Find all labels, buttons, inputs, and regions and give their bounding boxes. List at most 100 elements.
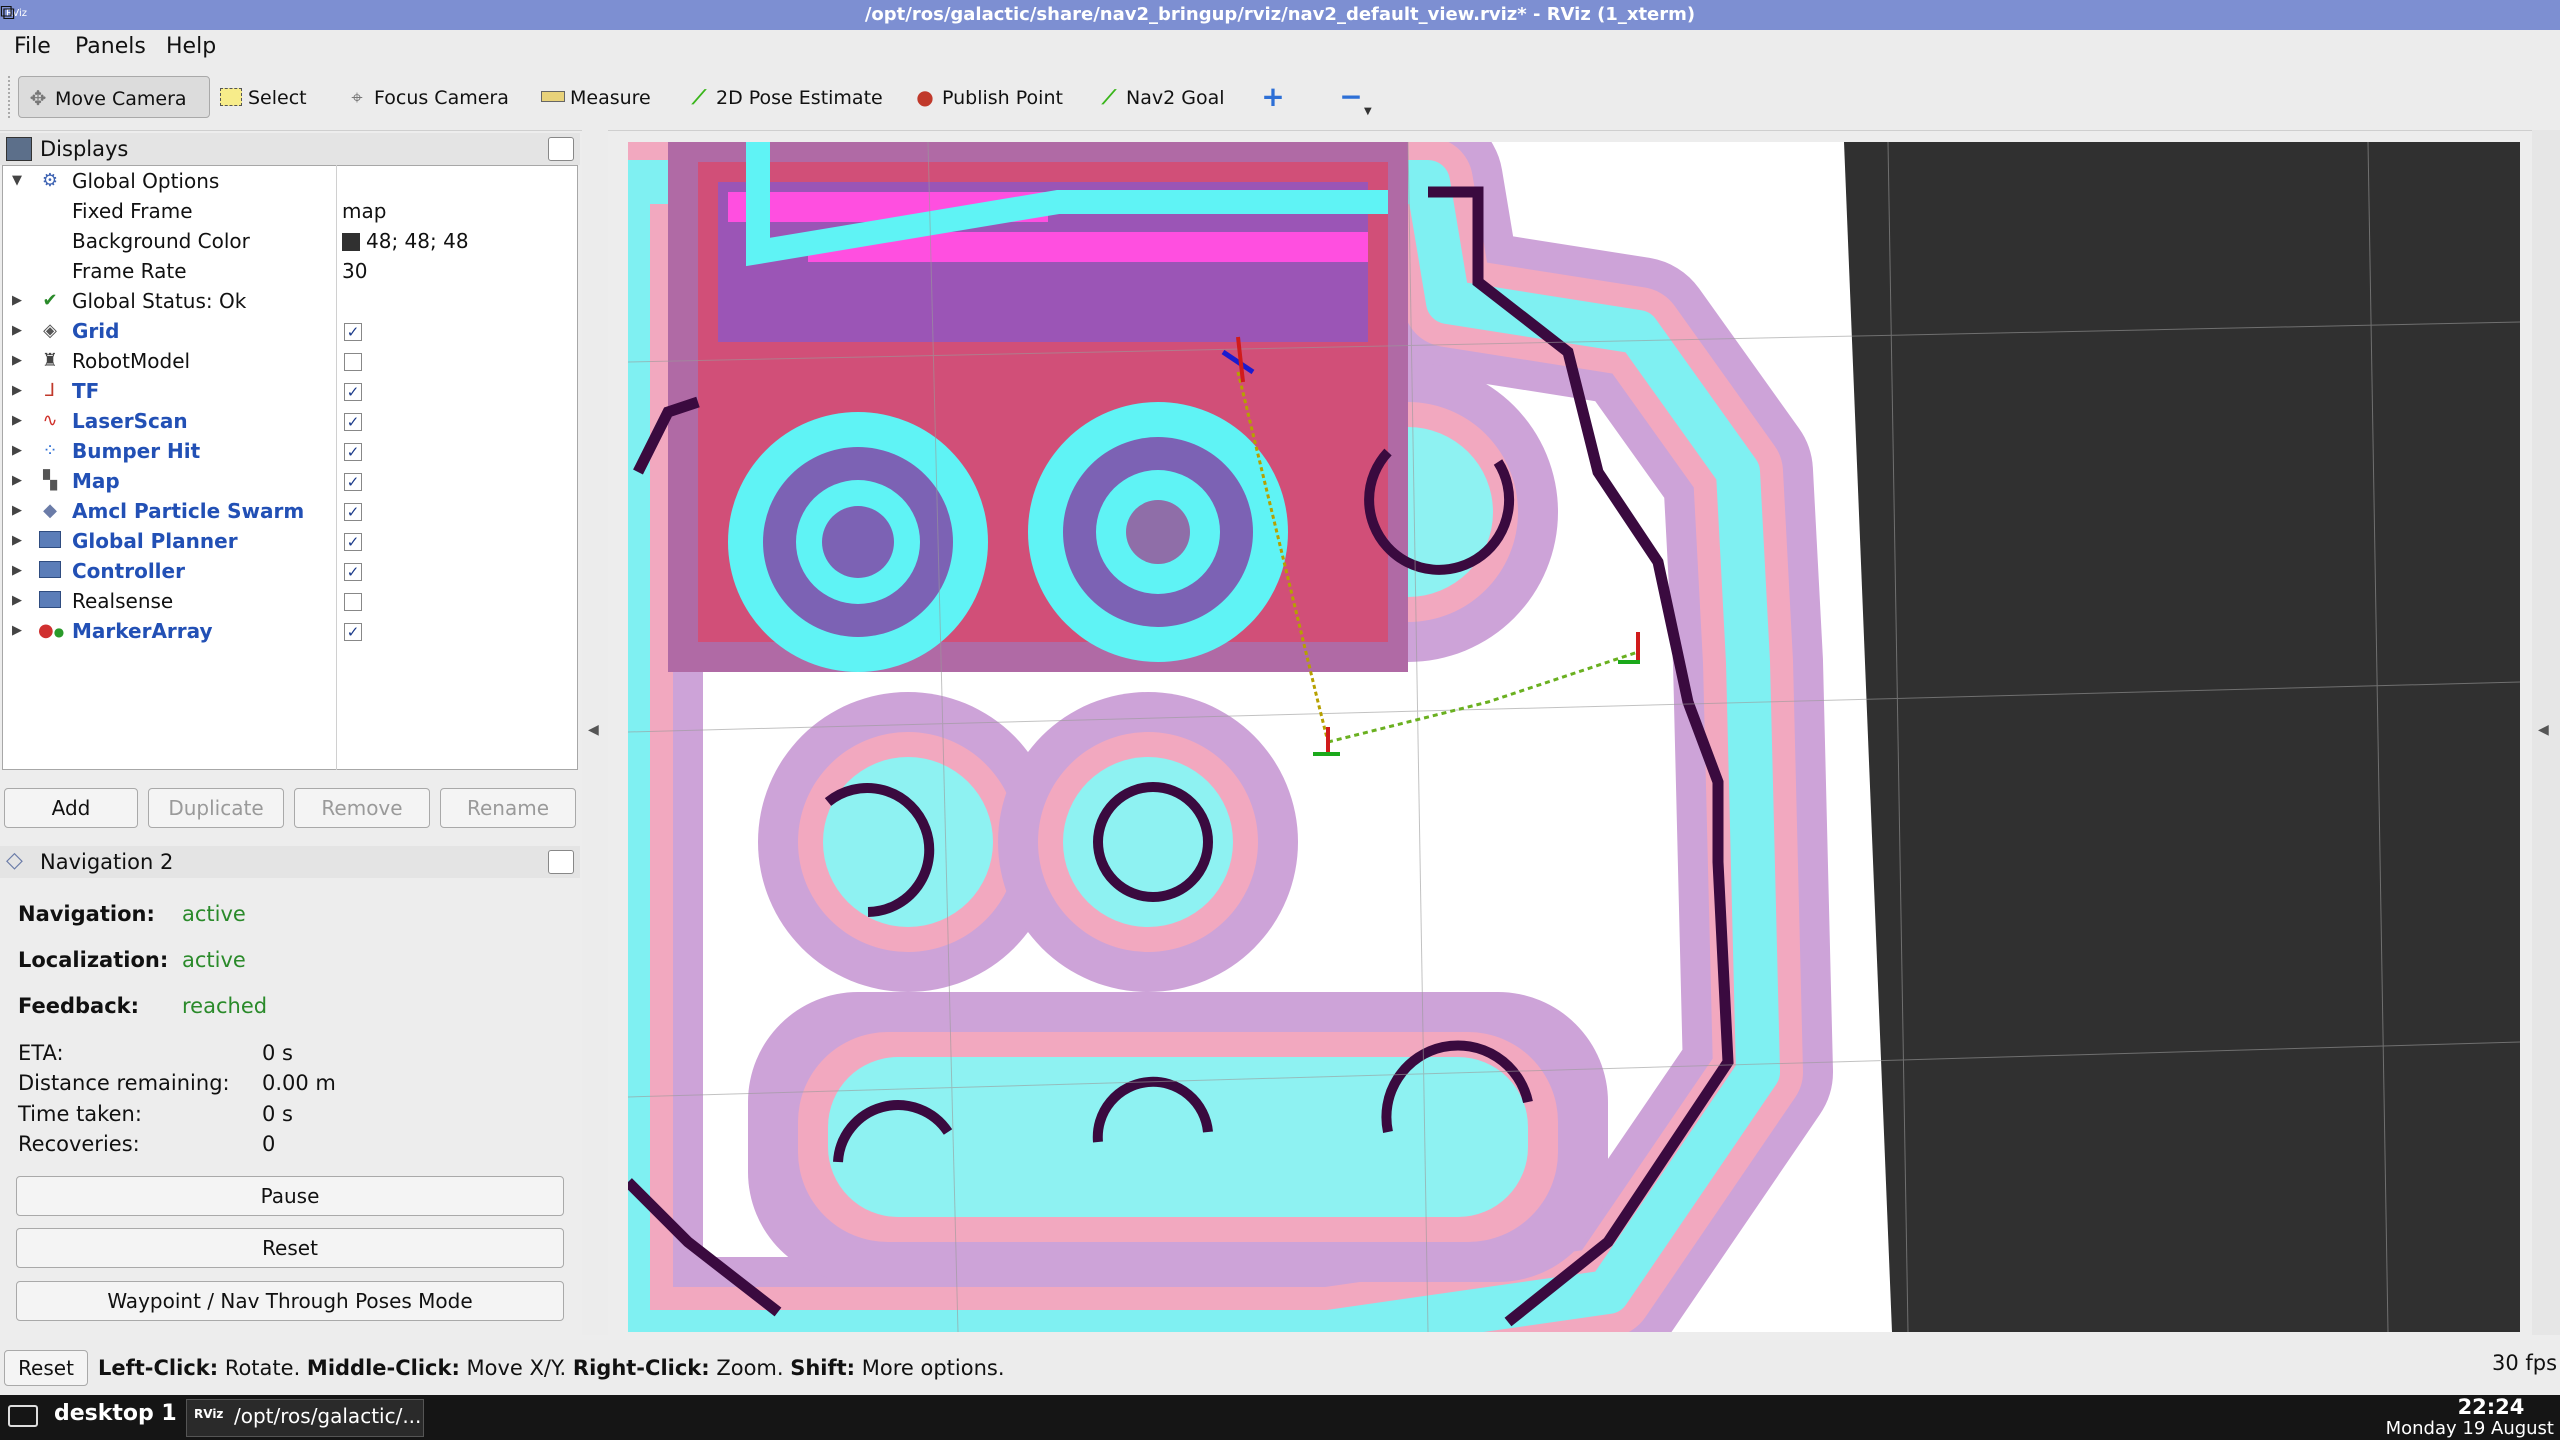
expand-arrow-icon[interactable]: ▶ bbox=[12, 346, 26, 376]
menu-panels[interactable]: Panels bbox=[75, 34, 146, 60]
duplicate-display-button[interactable]: Duplicate bbox=[148, 788, 284, 828]
render-viewport[interactable] bbox=[628, 142, 2520, 1332]
tree-row-markerarray[interactable]: ▶ ●● MarkerArray ✓ bbox=[2, 616, 578, 646]
map-render bbox=[628, 142, 2520, 1332]
move-camera-tool[interactable]: ✥ Move Camera bbox=[18, 76, 210, 118]
expand-arrow-icon[interactable]: ▶ bbox=[12, 586, 26, 616]
toolbar-handle[interactable] bbox=[8, 76, 14, 118]
tree-row-laserscan[interactable]: ▶ ∿ LaserScan ✓ bbox=[2, 406, 578, 436]
menu-help[interactable]: Help bbox=[166, 34, 216, 60]
time-taken-value: 0 s bbox=[262, 1102, 293, 1126]
collapse-right-icon[interactable]: ◀ bbox=[2538, 722, 2549, 738]
collapse-arrow-icon[interactable]: ▼ bbox=[12, 166, 26, 196]
enabled-checkbox[interactable]: ✓ bbox=[344, 563, 362, 581]
green-arrow-icon: ⟋ bbox=[692, 85, 706, 109]
tree-row-tf[interactable]: ▶ ⅃ TF ✓ bbox=[2, 376, 578, 406]
tree-row-map[interactable]: ▶ ▚ Map ✓ bbox=[2, 466, 578, 496]
folder-icon bbox=[38, 526, 62, 556]
expand-arrow-icon[interactable]: ▶ bbox=[12, 376, 26, 406]
fps-counter: 30 fps bbox=[2492, 1351, 2558, 1375]
tree-row-fixed-frame[interactable]: Fixed Frame map bbox=[2, 196, 578, 226]
minus-icon[interactable]: − bbox=[1336, 76, 1366, 118]
enabled-checkbox[interactable]: ✓ bbox=[344, 383, 362, 401]
axes-icon: ⅃ bbox=[44, 380, 56, 401]
panel-splitter[interactable]: ◀ bbox=[582, 130, 608, 1335]
pause-button[interactable]: Pause bbox=[16, 1176, 564, 1216]
select-tool[interactable]: Select bbox=[218, 76, 307, 118]
robot-icon: ♜ bbox=[41, 350, 59, 371]
rename-display-button[interactable]: Rename bbox=[440, 788, 576, 828]
folder-icon bbox=[38, 556, 62, 586]
ruler-icon bbox=[540, 76, 566, 118]
reset-nav-button[interactable]: Reset bbox=[16, 1228, 564, 1268]
tree-row-frame-rate[interactable]: Frame Rate 30 bbox=[2, 256, 578, 286]
enabled-checkbox[interactable]: ✓ bbox=[344, 473, 362, 491]
frame-rate-value[interactable]: 30 bbox=[342, 256, 367, 286]
window-title: /opt/ros/galactic/share/nav2_bringup/rvi… bbox=[864, 4, 1696, 25]
collapse-left-icon[interactable]: ◀ bbox=[588, 722, 599, 738]
tree-row-robotmodel[interactable]: ▶ ♜ RobotModel bbox=[2, 346, 578, 376]
tree-row-controller[interactable]: ▶ Controller ✓ bbox=[2, 556, 578, 586]
laser-scan-icon: ∿ bbox=[42, 410, 58, 431]
distance-value: 0.00 m bbox=[262, 1071, 336, 1095]
tree-row-global-options[interactable]: ▼ ⚙ Global Options bbox=[2, 166, 578, 196]
point-cloud-icon: ⁘ bbox=[42, 440, 58, 461]
menu-icon[interactable] bbox=[8, 1405, 38, 1427]
title-bar: RViz /opt/ros/galactic/share/nav2_bringu… bbox=[0, 0, 2560, 30]
navigation-label: Navigation: bbox=[18, 902, 155, 926]
clock-time[interactable]: 22:24 bbox=[2428, 1395, 2554, 1419]
waypoint-mode-button[interactable]: Waypoint / Nav Through Poses Mode bbox=[16, 1281, 564, 1321]
time-taken-label: Time taken: bbox=[18, 1102, 142, 1126]
clock-date: Monday 19 August bbox=[2385, 1418, 2554, 1439]
nav2-goal-tool[interactable]: ⟋ Nav2 Goal bbox=[1096, 76, 1225, 118]
expand-arrow-icon[interactable]: ▶ bbox=[12, 526, 26, 556]
chevron-down-icon[interactable]: ▼ bbox=[1364, 106, 1372, 117]
add-display-button[interactable]: Add bbox=[4, 788, 138, 828]
enabled-checkbox[interactable]: ✓ bbox=[344, 533, 362, 551]
plus-icon[interactable]: + bbox=[1258, 76, 1288, 118]
fixed-frame-value[interactable]: map bbox=[342, 196, 386, 226]
eta-value: 0 s bbox=[262, 1041, 293, 1065]
enabled-checkbox[interactable] bbox=[344, 593, 362, 611]
menu-file[interactable]: File bbox=[14, 34, 51, 60]
focus-camera-tool[interactable]: ⌖ Focus Camera bbox=[344, 76, 509, 118]
enabled-checkbox[interactable]: ✓ bbox=[344, 443, 362, 461]
feedback-label: Feedback: bbox=[18, 994, 140, 1018]
enabled-checkbox[interactable]: ✓ bbox=[344, 413, 362, 431]
remove-display-button[interactable]: Remove bbox=[294, 788, 430, 828]
enabled-checkbox[interactable]: ✓ bbox=[344, 623, 362, 641]
expand-arrow-icon[interactable]: ▶ bbox=[12, 616, 26, 646]
restore-window-icon[interactable]: ⧉ bbox=[0, 0, 15, 25]
tree-row-global-status[interactable]: ▶ ✔ Global Status: Ok bbox=[2, 286, 578, 316]
taskbar: desktop 1 RViz /opt/ros/galactic/... 22:… bbox=[0, 1395, 2560, 1440]
right-dock-bar[interactable]: ◀ bbox=[2532, 130, 2560, 1335]
expand-arrow-icon[interactable]: ▶ bbox=[12, 436, 26, 466]
enabled-checkbox[interactable]: ✓ bbox=[344, 503, 362, 521]
localization-status: active bbox=[182, 948, 246, 972]
tree-row-grid[interactable]: ▶ ◈ Grid ✓ bbox=[2, 316, 578, 346]
pose-estimate-tool[interactable]: ⟋ 2D Pose Estimate bbox=[686, 76, 883, 118]
expand-arrow-icon[interactable]: ▶ bbox=[12, 406, 26, 436]
float-panel-button[interactable] bbox=[548, 137, 574, 161]
tree-row-bumper-hit[interactable]: ▶ ⁘ Bumper Hit ✓ bbox=[2, 436, 578, 466]
navigation-status: active bbox=[182, 902, 246, 926]
tree-row-background-color[interactable]: Background Color 48; 48; 48 bbox=[2, 226, 578, 256]
tree-row-amcl-particle-swarm[interactable]: ▶ ◆ Amcl Particle Swarm ✓ bbox=[2, 496, 578, 526]
expand-arrow-icon[interactable]: ▶ bbox=[12, 496, 26, 526]
tree-row-realsense[interactable]: ▶ Realsense bbox=[2, 586, 578, 616]
focus-camera-icon: ⌖ bbox=[351, 85, 363, 109]
background-color-value[interactable]: 48; 48; 48 bbox=[342, 226, 469, 256]
expand-arrow-icon[interactable]: ▶ bbox=[12, 556, 26, 586]
enabled-checkbox[interactable]: ✓ bbox=[344, 323, 362, 341]
desktop-switcher[interactable]: desktop 1 bbox=[54, 1401, 177, 1426]
gear-icon: ⚙ bbox=[41, 170, 59, 191]
publish-point-tool[interactable]: ● Publish Point bbox=[912, 76, 1063, 118]
float-panel-button[interactable] bbox=[548, 850, 574, 874]
expand-arrow-icon[interactable]: ▶ bbox=[12, 316, 26, 346]
enabled-checkbox[interactable] bbox=[344, 353, 362, 371]
tree-row-global-planner[interactable]: ▶ Global Planner ✓ bbox=[2, 526, 578, 556]
measure-tool[interactable]: Measure bbox=[540, 76, 651, 118]
reset-view-button[interactable]: Reset bbox=[4, 1350, 88, 1386]
expand-arrow-icon[interactable]: ▶ bbox=[12, 286, 26, 316]
expand-arrow-icon[interactable]: ▶ bbox=[12, 466, 26, 496]
